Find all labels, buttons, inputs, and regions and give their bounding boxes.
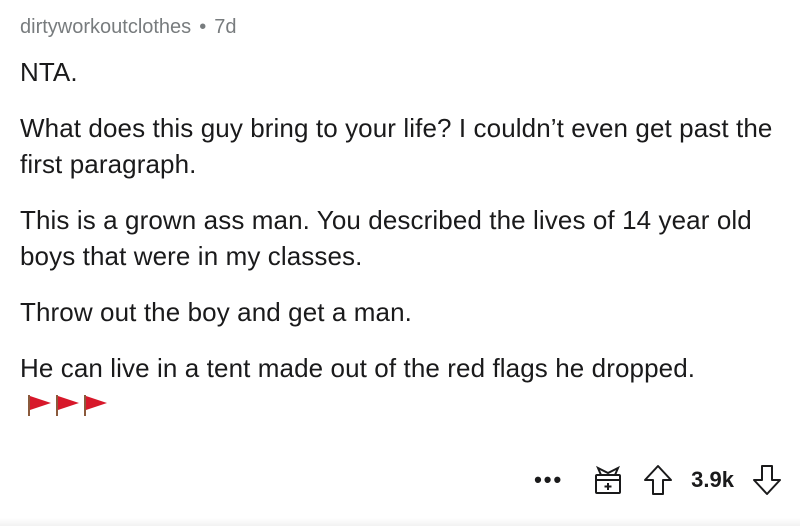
comment-meta: dirtyworkoutclothes • 7d	[20, 10, 790, 44]
downvote-button[interactable]	[752, 464, 782, 496]
bottom-divider	[0, 518, 800, 526]
award-button[interactable]	[591, 463, 625, 497]
comment-actions: ••• 3.9k	[524, 455, 782, 505]
comment-body: NTA. What does this guy bring to your li…	[20, 54, 790, 422]
upvote-button[interactable]	[643, 464, 673, 496]
downvote-arrow-icon	[753, 465, 781, 495]
comment-paragraph-text: He can live in a tent made out of the re…	[20, 353, 696, 383]
comment-author[interactable]: dirtyworkoutclothes	[20, 10, 191, 44]
more-options-button[interactable]: •••	[524, 467, 573, 493]
comment-paragraph: Throw out the boy and get a man.	[20, 297, 412, 327]
comment-paragraph: NTA.	[20, 57, 78, 87]
red-flags-emoji	[26, 393, 108, 417]
comment-paragraph-last: He can live in a tent made out of the re…	[20, 350, 790, 422]
gift-icon	[595, 465, 622, 494]
comment-age[interactable]: 7d	[214, 10, 236, 44]
vote-score: 3.9k	[691, 467, 734, 492]
comment: dirtyworkoutclothes • 7d NTA. What does …	[20, 10, 790, 422]
comment-paragraph: What does this guy bring to your life? I…	[20, 113, 773, 179]
upvote-arrow-icon	[644, 465, 673, 495]
red-flag-icon	[28, 395, 51, 416]
meta-separator: •	[199, 16, 207, 38]
red-flag-icon	[84, 395, 107, 416]
red-flag-icon	[56, 395, 79, 416]
comment-paragraph: This is a grown ass man. You described t…	[20, 205, 752, 271]
